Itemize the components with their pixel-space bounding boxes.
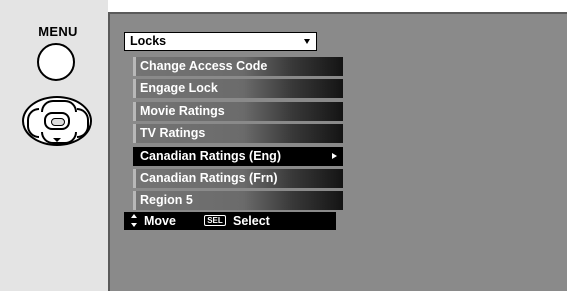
dpad-down-arrow-icon bbox=[53, 138, 61, 142]
menu-item-label: Movie Ratings bbox=[140, 103, 225, 118]
remote-panel: MENU bbox=[0, 0, 108, 291]
menu-item-canadian-ratings-frn[interactable]: Canadian Ratings (Frn) bbox=[133, 168, 343, 188]
dpad-center-inner-icon bbox=[51, 118, 65, 126]
menu-item-region-5[interactable]: Region 5 bbox=[133, 191, 343, 211]
menu-item-label: Region 5 bbox=[140, 193, 193, 208]
dpad-up-icon[interactable] bbox=[41, 100, 77, 112]
help-bar: Move SEL Select bbox=[124, 212, 336, 230]
item-edge bbox=[133, 57, 136, 76]
menu-title-bar[interactable]: Locks bbox=[124, 32, 317, 51]
tv-screen: Locks Change Access Code Engage Lock Mov… bbox=[108, 12, 567, 291]
dropdown-arrow-icon bbox=[304, 39, 310, 44]
menu-button-icon[interactable] bbox=[37, 43, 75, 81]
up-down-arrows-icon bbox=[131, 214, 139, 228]
item-edge bbox=[133, 79, 136, 99]
menu-title: Locks bbox=[130, 34, 167, 48]
menu-item-canadian-ratings-eng[interactable]: Canadian Ratings (Eng) bbox=[133, 146, 343, 166]
menu-item-label: TV Ratings bbox=[140, 126, 206, 141]
menu-item-engage-lock[interactable]: Engage Lock bbox=[133, 79, 343, 99]
dpad-right-icon[interactable] bbox=[77, 108, 89, 138]
dpad-left-icon[interactable] bbox=[27, 108, 39, 138]
menu-item-tv-ratings[interactable]: TV Ratings bbox=[133, 124, 343, 144]
dpad-icon[interactable] bbox=[22, 96, 92, 146]
menu-item-label: Canadian Ratings (Eng) bbox=[140, 148, 281, 163]
menu-list: Change Access Code Engage Lock Movie Rat… bbox=[133, 57, 343, 214]
submenu-arrow-icon bbox=[332, 152, 337, 159]
menu-item-change-access-code[interactable]: Change Access Code bbox=[133, 57, 343, 76]
menu-item-label: Change Access Code bbox=[140, 59, 268, 73]
dpad-center-icon[interactable] bbox=[44, 112, 70, 130]
item-edge bbox=[133, 101, 136, 121]
item-edge bbox=[133, 146, 136, 166]
menu-item-label: Engage Lock bbox=[140, 81, 218, 96]
menu-label: MENU bbox=[38, 24, 78, 39]
menu-item-movie-ratings[interactable]: Movie Ratings bbox=[133, 101, 343, 121]
item-edge bbox=[133, 168, 136, 188]
item-edge bbox=[133, 191, 136, 211]
item-edge bbox=[133, 124, 136, 144]
sel-key-icon: SEL bbox=[204, 215, 226, 226]
menu-item-label: Canadian Ratings (Frn) bbox=[140, 170, 278, 185]
move-label: Move bbox=[144, 214, 176, 228]
select-label: Select bbox=[233, 214, 270, 228]
